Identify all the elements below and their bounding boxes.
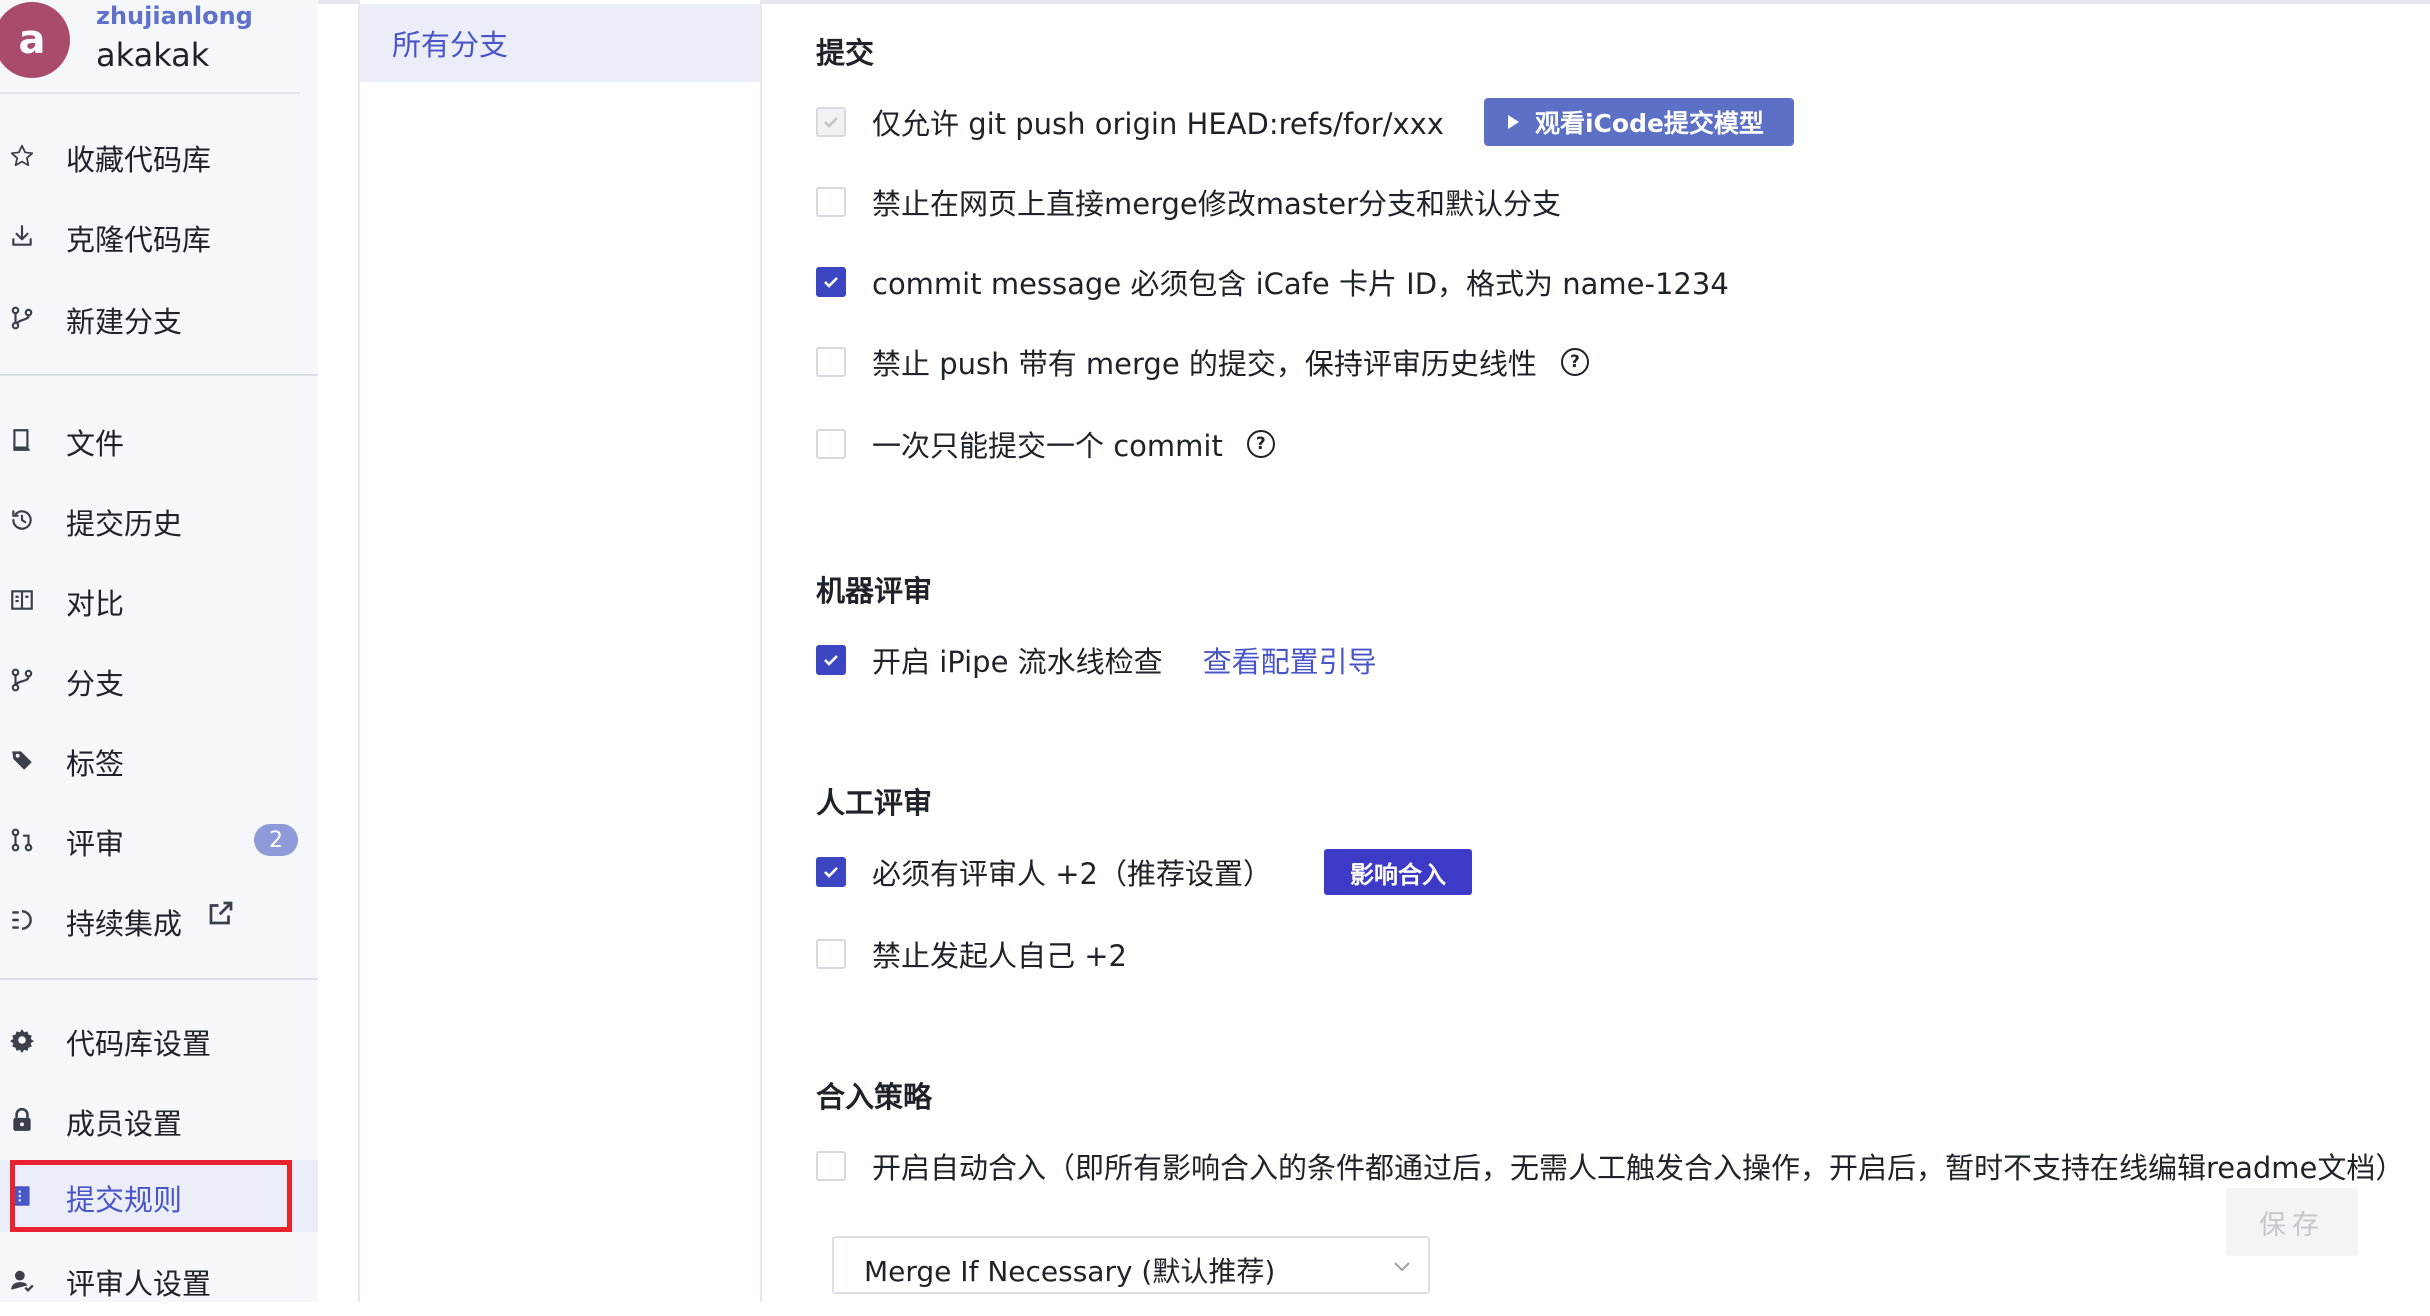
sidebar-item-label: 对比 — [66, 587, 125, 621]
option-label: 禁止 push 带有 merge 的提交，保持评审历史线性 — [872, 347, 1537, 381]
option-ipipe-check[interactable]: 开启 iPipe 流水线检查 查看配置引导 — [816, 640, 1377, 680]
option-label: 一次只能提交一个 commit — [872, 429, 1223, 463]
sidebar-item-label: 分支 — [66, 667, 125, 701]
branch-list: 所有分支 — [358, 0, 762, 1302]
sidebar-item-label: 文件 — [66, 427, 125, 461]
tag-icon — [8, 746, 36, 774]
sidebar-item-label: 标签 — [66, 747, 125, 781]
play-icon — [1507, 115, 1519, 129]
sidebar-item-label: 代码库设置 — [66, 1027, 212, 1061]
option-no-web-merge[interactable]: 禁止在网页上直接merge修改master分支和默认分支 — [816, 182, 1561, 222]
checkbox[interactable] — [816, 1151, 846, 1181]
sidebar-item-new-branch[interactable]: 新建分支 — [0, 282, 318, 354]
sidebar: a zhujianlong akakak 收藏代码库 克隆代码库 新建分支 文件… — [0, 0, 318, 1302]
save-button[interactable]: 保存 — [2226, 1188, 2358, 1256]
option-reviewer-plus2[interactable]: 必须有评审人 +2（推荐设置） 影响合入 — [816, 849, 1472, 895]
watch-model-label: 观看iCode提交模型 — [1534, 109, 1764, 138]
section-title-machine-review: 机器评审 — [816, 574, 933, 608]
branch-icon — [8, 666, 36, 694]
pull-request-icon — [8, 826, 36, 854]
rules-panel: 提交 仅允许 git push origin HEAD:refs/for/xxx… — [760, 0, 2430, 1302]
download-icon — [8, 222, 36, 250]
avatar[interactable]: a — [0, 2, 70, 78]
option-auto-merge[interactable]: 开启自动合入（即所有影响合入的条件都通过后，无需人工触发合入操作，开启后，暂时不… — [816, 1146, 2404, 1186]
section-title-manual-review: 人工评审 — [816, 786, 933, 820]
option-push-refs-for[interactable]: 仅允许 git push origin HEAD:refs/for/xxx 观看… — [816, 98, 1794, 146]
sidebar-item-label: 持续集成 — [66, 907, 183, 941]
ci-icon — [8, 906, 36, 934]
sidebar-item-label: 评审 — [66, 827, 125, 861]
checkbox[interactable] — [816, 187, 846, 217]
sidebar-item-label: 新建分支 — [66, 305, 183, 339]
checkbox-checked[interactable] — [816, 857, 846, 887]
option-label: commit message 必须包含 iCafe 卡片 ID，格式为 name… — [872, 267, 1729, 301]
config-guide-link[interactable]: 查看配置引导 — [1203, 639, 1377, 681]
sidebar-divider — [0, 978, 318, 980]
help-icon[interactable]: ? — [1560, 348, 1589, 376]
sidebar-item-reviewer-settings[interactable]: 评审人设置 — [0, 1244, 318, 1316]
book-icon — [8, 426, 36, 454]
option-label: 禁止发起人自己 +2 — [872, 939, 1127, 973]
compare-icon — [8, 586, 36, 614]
sidebar-item-branches[interactable]: 分支 — [0, 644, 318, 716]
lock-icon — [8, 1106, 36, 1134]
option-label: 禁止在网页上直接merge修改master分支和默认分支 — [872, 187, 1562, 221]
sidebar-item-member-settings[interactable]: 成员设置 — [0, 1084, 318, 1156]
checkbox[interactable] — [816, 347, 846, 377]
merge-method-select[interactable]: Merge If Necessary (默认推荐) — [832, 1236, 1430, 1294]
merge-method-value: Merge If Necessary (默认推荐) — [864, 1255, 1276, 1288]
sidebar-item-label: 成员设置 — [66, 1107, 183, 1141]
sidebar-item-repo-settings[interactable]: 代码库设置 — [0, 1004, 318, 1076]
impact-merge-tag: 影响合入 — [1323, 849, 1472, 895]
option-label: 仅允许 git push origin HEAD:refs/for/xxx — [872, 107, 1444, 141]
checkbox-checked[interactable] — [816, 267, 846, 297]
option-label: 开启自动合入（即所有影响合入的条件都通过后，无需人工触发合入操作，开启后，暂时不… — [872, 1151, 2405, 1185]
sidebar-divider — [0, 374, 318, 376]
star-icon — [8, 142, 36, 170]
review-count-badge: 2 — [254, 824, 298, 856]
checkbox[interactable] — [816, 107, 846, 137]
branch-item-label: 所有分支 — [392, 28, 509, 62]
highlight-annotation — [10, 1160, 292, 1232]
gear-icon — [8, 1026, 36, 1054]
option-single-commit[interactable]: 一次只能提交一个 commit ? — [816, 424, 1275, 464]
checkbox[interactable] — [816, 939, 846, 969]
sidebar-item-tags[interactable]: 标签 — [0, 724, 318, 796]
sidebar-item-clone[interactable]: 克隆代码库 — [0, 200, 318, 272]
branch-create-icon — [8, 304, 36, 332]
option-icafe-id[interactable]: commit message 必须包含 iCafe 卡片 ID，格式为 name… — [816, 262, 1729, 302]
sidebar-item-files[interactable]: 文件 — [0, 404, 318, 476]
sidebar-item-favorite[interactable]: 收藏代码库 — [0, 120, 318, 192]
option-no-self-plus2[interactable]: 禁止发起人自己 +2 — [816, 934, 1127, 974]
sidebar-item-ci[interactable]: 持续集成 — [0, 884, 318, 956]
sidebar-item-review[interactable]: 评审 2 — [0, 804, 318, 876]
external-link-icon — [206, 898, 236, 928]
branch-item-all[interactable]: 所有分支 — [360, 4, 760, 82]
chevron-down-icon — [1390, 1254, 1414, 1278]
sidebar-item-label: 提交历史 — [66, 507, 183, 541]
user-login[interactable]: zhujianlong — [96, 2, 253, 30]
sidebar-item-compare[interactable]: 对比 — [0, 564, 318, 636]
user-name[interactable]: akakak — [96, 36, 209, 74]
sidebar-item-label: 收藏代码库 — [66, 143, 212, 177]
checkbox[interactable] — [816, 429, 846, 459]
sidebar-item-history[interactable]: 提交历史 — [0, 484, 318, 556]
reviewer-icon — [8, 1266, 36, 1294]
history-icon — [8, 506, 36, 534]
checkbox-checked[interactable] — [816, 645, 846, 675]
watch-model-button[interactable]: 观看iCode提交模型 — [1483, 98, 1794, 146]
option-no-merge-commit[interactable]: 禁止 push 带有 merge 的提交，保持评审历史线性 ? — [816, 342, 1589, 382]
section-title-commit: 提交 — [816, 36, 875, 70]
sidebar-item-label: 克隆代码库 — [66, 223, 212, 257]
help-icon[interactable]: ? — [1246, 430, 1275, 458]
user-info: a zhujianlong akakak — [0, 0, 300, 94]
option-label: 必须有评审人 +2（推荐设置） — [872, 857, 1272, 891]
sidebar-item-label: 评审人设置 — [66, 1267, 212, 1301]
option-label: 开启 iPipe 流水线检查 — [872, 645, 1163, 679]
section-title-merge-strategy: 合入策略 — [816, 1080, 933, 1114]
